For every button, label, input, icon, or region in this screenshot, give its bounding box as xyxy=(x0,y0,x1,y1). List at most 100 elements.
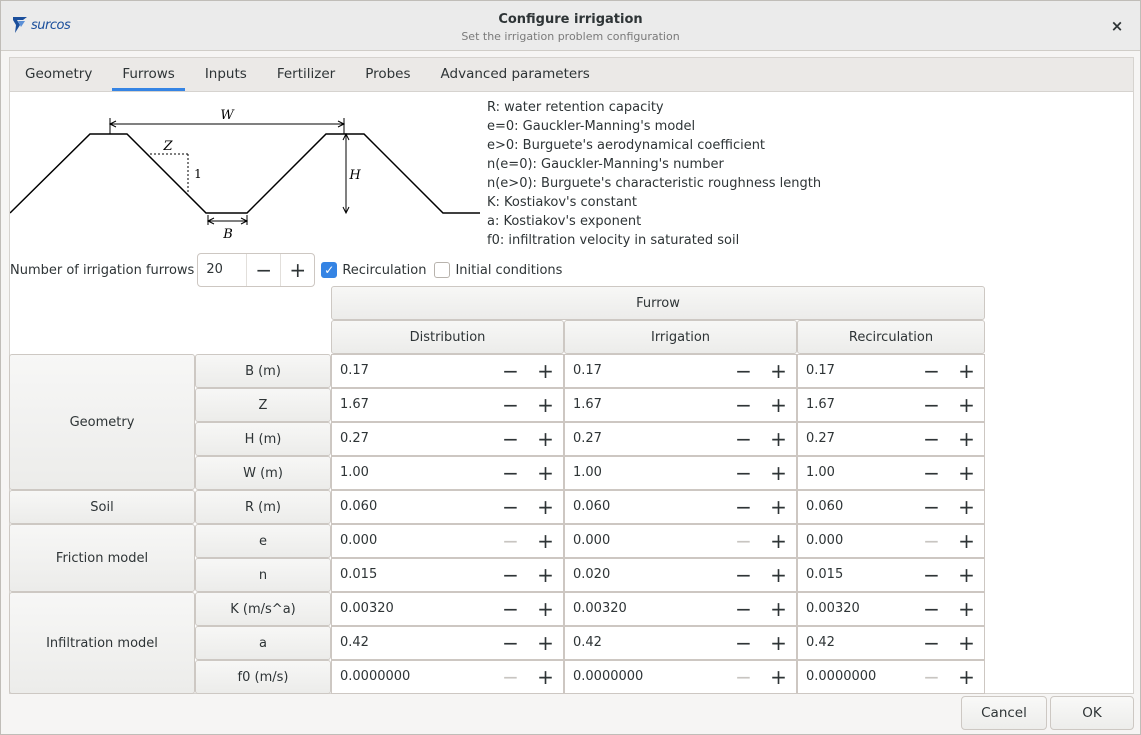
increment-button[interactable]: + xyxy=(528,559,563,591)
value-input[interactable]: 0.42 xyxy=(565,627,726,659)
value-input[interactable]: 1.67 xyxy=(565,389,726,421)
increment-button[interactable]: + xyxy=(528,457,563,489)
value-input[interactable]: 1.00 xyxy=(332,457,493,489)
value-input[interactable]: 0.42 xyxy=(798,627,914,659)
decrement-button[interactable]: − xyxy=(914,457,949,489)
decrement-button[interactable]: − xyxy=(914,661,949,693)
value-input[interactable]: 1.00 xyxy=(565,457,726,489)
value-input[interactable]: 0.27 xyxy=(332,423,493,455)
value-input[interactable]: 0.00320 xyxy=(332,593,493,625)
decrement-button[interactable]: − xyxy=(493,457,528,489)
value-input[interactable]: 0.0000000 xyxy=(565,661,726,693)
increment-button[interactable]: + xyxy=(949,627,984,659)
recirculation-check-icon[interactable]: ✓ xyxy=(321,262,338,278)
increment-button[interactable]: + xyxy=(949,423,984,455)
increment-button[interactable]: + xyxy=(528,491,563,523)
decrement-button[interactable]: − xyxy=(914,355,949,387)
increment-button[interactable]: + xyxy=(528,423,563,455)
tab-furrows[interactable]: Furrows xyxy=(107,58,189,91)
cancel-button[interactable]: Cancel xyxy=(961,696,1047,730)
tab-inputs[interactable]: Inputs xyxy=(190,58,262,91)
decrement-button[interactable]: − xyxy=(726,491,761,523)
increment-button[interactable]: + xyxy=(761,525,796,557)
decrement-button[interactable]: − xyxy=(493,559,528,591)
decrement-button[interactable]: − xyxy=(493,593,528,625)
decrement-button[interactable]: − xyxy=(726,423,761,455)
initial-conditions-box[interactable] xyxy=(434,262,451,278)
decrement-button[interactable]: − xyxy=(493,355,528,387)
decrement-button[interactable]: − xyxy=(726,389,761,421)
increment-button[interactable]: + xyxy=(949,661,984,693)
value-input[interactable]: 0.00320 xyxy=(798,593,914,625)
initial-conditions-checkbox[interactable]: Initial conditions xyxy=(434,262,562,278)
value-input[interactable]: 0.000 xyxy=(798,525,914,557)
tab-geometry[interactable]: Geometry xyxy=(10,58,107,91)
decrement-button[interactable]: − xyxy=(726,559,761,591)
value-input[interactable]: 0.020 xyxy=(565,559,726,591)
value-input[interactable]: 0.17 xyxy=(332,355,493,387)
decrement-button[interactable]: − xyxy=(914,525,949,557)
decrement-button[interactable]: − xyxy=(914,627,949,659)
decrement-button[interactable]: − xyxy=(493,627,528,659)
increment-button[interactable]: + xyxy=(949,525,984,557)
furrows-increment-button[interactable]: + xyxy=(280,254,314,286)
increment-button[interactable]: + xyxy=(761,457,796,489)
increment-button[interactable]: + xyxy=(761,423,796,455)
increment-button[interactable]: + xyxy=(528,593,563,625)
increment-button[interactable]: + xyxy=(949,559,984,591)
decrement-button[interactable]: − xyxy=(726,525,761,557)
increment-button[interactable]: + xyxy=(949,355,984,387)
value-input[interactable]: 1.00 xyxy=(798,457,914,489)
increment-button[interactable]: + xyxy=(949,491,984,523)
increment-button[interactable]: + xyxy=(761,491,796,523)
furrows-count-value[interactable]: 20 xyxy=(198,254,246,286)
increment-button[interactable]: + xyxy=(949,593,984,625)
increment-button[interactable]: + xyxy=(528,355,563,387)
increment-button[interactable]: + xyxy=(528,627,563,659)
ok-button[interactable]: OK xyxy=(1050,696,1134,730)
close-button[interactable]: × xyxy=(1108,17,1126,35)
value-input[interactable]: 0.17 xyxy=(565,355,726,387)
decrement-button[interactable]: − xyxy=(493,423,528,455)
increment-button[interactable]: + xyxy=(761,355,796,387)
value-input[interactable]: 0.000 xyxy=(332,525,493,557)
decrement-button[interactable]: − xyxy=(726,627,761,659)
value-input[interactable]: 0.015 xyxy=(798,559,914,591)
increment-button[interactable]: + xyxy=(761,559,796,591)
increment-button[interactable]: + xyxy=(949,457,984,489)
increment-button[interactable]: + xyxy=(761,627,796,659)
tab-probes[interactable]: Probes xyxy=(350,58,425,91)
increment-button[interactable]: + xyxy=(528,661,563,693)
value-input[interactable]: 1.67 xyxy=(332,389,493,421)
value-input[interactable]: 0.0000000 xyxy=(332,661,493,693)
recirculation-checkbox[interactable]: ✓ Recirculation xyxy=(321,262,426,278)
decrement-button[interactable]: − xyxy=(726,661,761,693)
value-input[interactable]: 0.42 xyxy=(332,627,493,659)
value-input[interactable]: 0.060 xyxy=(565,491,726,523)
increment-button[interactable]: + xyxy=(761,389,796,421)
value-input[interactable]: 1.67 xyxy=(798,389,914,421)
decrement-button[interactable]: − xyxy=(726,457,761,489)
value-input[interactable]: 0.000 xyxy=(565,525,726,557)
value-input[interactable]: 0.27 xyxy=(565,423,726,455)
value-input[interactable]: 0.0000000 xyxy=(798,661,914,693)
tab-advanced-parameters[interactable]: Advanced parameters xyxy=(426,58,605,91)
decrement-button[interactable]: − xyxy=(493,661,528,693)
decrement-button[interactable]: − xyxy=(914,559,949,591)
decrement-button[interactable]: − xyxy=(914,389,949,421)
decrement-button[interactable]: − xyxy=(493,525,528,557)
decrement-button[interactable]: − xyxy=(493,491,528,523)
value-input[interactable]: 0.27 xyxy=(798,423,914,455)
decrement-button[interactable]: − xyxy=(493,389,528,421)
increment-button[interactable]: + xyxy=(761,661,796,693)
increment-button[interactable]: + xyxy=(528,389,563,421)
value-input[interactable]: 0.00320 xyxy=(565,593,726,625)
decrement-button[interactable]: − xyxy=(914,593,949,625)
value-input[interactable]: 0.015 xyxy=(332,559,493,591)
increment-button[interactable]: + xyxy=(528,525,563,557)
value-input[interactable]: 0.060 xyxy=(332,491,493,523)
decrement-button[interactable]: − xyxy=(726,593,761,625)
decrement-button[interactable]: − xyxy=(726,355,761,387)
increment-button[interactable]: + xyxy=(949,389,984,421)
decrement-button[interactable]: − xyxy=(914,491,949,523)
